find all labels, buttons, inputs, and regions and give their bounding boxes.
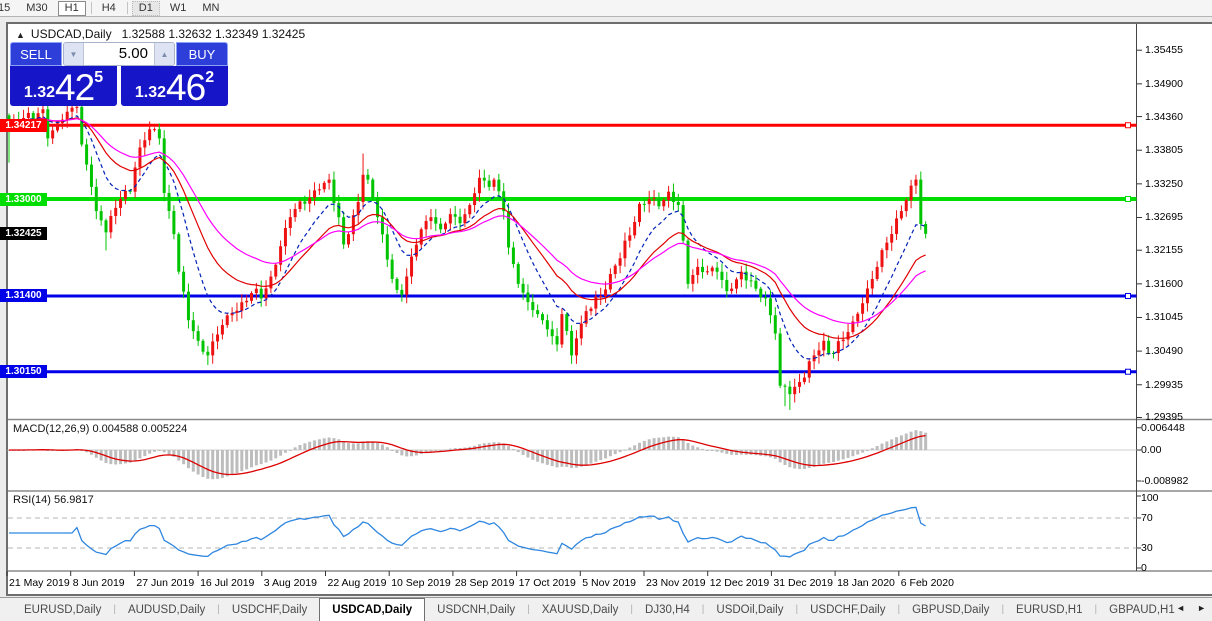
tab-audusd-daily[interactable]: AUDUSD,Daily [116, 599, 217, 621]
hline-price-chip: 1.33000 [0, 193, 47, 206]
chevron-down-icon: ▼ [70, 50, 78, 59]
timeframe-button-h1[interactable]: H1 [58, 1, 86, 16]
timeframe-button-w1[interactable]: W1 [164, 1, 193, 15]
tab-usdoil-daily[interactable]: USDOil,Daily [704, 599, 795, 621]
tab-eurusd-daily[interactable]: EURUSD,Daily [12, 599, 113, 621]
macd-axis-label: 0.006448 [1141, 422, 1185, 434]
sell-price-display[interactable]: 1.32425 [10, 66, 117, 106]
chart-ohlc-values: 1.32588 1.32632 1.32349 1.32425 [122, 27, 306, 41]
buy-price-big: 46 [166, 69, 205, 106]
hline-price-chip: 1.34217 [0, 119, 47, 132]
current-price-chip: 1.32425 [0, 227, 47, 240]
buy-price-pip: 2 [205, 69, 214, 87]
volume-up-button[interactable]: ▲ [155, 43, 174, 65]
tab-eurusd-h1[interactable]: EURUSD,H1 [1004, 599, 1094, 621]
tab-usdcad-daily[interactable]: USDCAD,Daily [319, 598, 425, 621]
hline-price-chip: 1.31400 [0, 289, 47, 302]
collapse-triangle-icon[interactable]: ▲ [16, 30, 25, 40]
date-axis-label: 17 Oct 2019 [519, 577, 576, 589]
price-axis-label: 1.35455 [1145, 44, 1183, 56]
timeframe-button-h4[interactable]: H4 [96, 1, 122, 15]
tab-xauusd-daily[interactable]: XAUUSD,Daily [530, 599, 631, 621]
price-axis-label: 1.32155 [1145, 244, 1183, 256]
hline-price-chip: 1.30150 [0, 365, 47, 378]
toolbar-separator [127, 2, 128, 14]
tab-scroll-arrows: ◄► [1164, 603, 1206, 613]
date-axis-label: 22 Aug 2019 [328, 577, 387, 589]
chart-tab-bar: EURUSD,Daily|AUDUSD,Daily|USDCHF,DailyUS… [0, 597, 1212, 621]
sell-price-pip: 5 [94, 69, 103, 87]
volume-down-button[interactable]: ▼ [64, 43, 83, 65]
timeframe-button-15[interactable]: 15 [0, 1, 16, 15]
volume-spinner: ▼ 5.00 ▲ [63, 42, 175, 66]
price-axis-label: 1.31045 [1145, 311, 1183, 323]
date-axis-label: 23 Nov 2019 [646, 577, 706, 589]
tab-scroll-right-icon[interactable]: ► [1197, 603, 1206, 613]
chart-symbol-label: USDCAD,Daily [31, 27, 112, 41]
timeframe-toolbar: 15 M30 H1 H4 D1 W1MN [0, 0, 1212, 17]
rsi-axis-label: 0 [1141, 562, 1147, 574]
date-axis-label: 31 Dec 2019 [773, 577, 833, 589]
price-axis-label: 1.34360 [1145, 111, 1183, 123]
one-click-trading-panel: SELL ▼ 5.00 ▲ BUY 1.32425 1.32462 [10, 42, 228, 106]
volume-input[interactable]: 5.00 [83, 43, 155, 65]
price-axis-label: 1.29935 [1145, 379, 1183, 391]
macd-indicator-label: MACD(12,26,9) 0.004588 0.005224 [13, 423, 187, 435]
price-axis-label: 1.32695 [1145, 211, 1183, 223]
tab-scroll-left-icon[interactable]: ◄ [1176, 603, 1185, 613]
tab-usdchf-daily[interactable]: USDCHF,Daily [798, 599, 897, 621]
timeframe-button-m30[interactable]: M30 [20, 1, 53, 15]
date-axis-label: 27 Jun 2019 [136, 577, 194, 589]
timeframe-button-mn[interactable]: MN [196, 1, 225, 15]
rsi-axis-label: 30 [1141, 542, 1153, 554]
chart-title: ▲ USDCAD,Daily 1.32588 1.32632 1.32349 1.3… [16, 27, 305, 41]
price-axis-label: 1.33805 [1145, 144, 1183, 156]
date-axis-label: 6 Feb 2020 [901, 577, 954, 589]
sell-button[interactable]: SELL [10, 42, 62, 66]
date-axis-label: 8 Jun 2019 [73, 577, 125, 589]
tab-dj30-h4[interactable]: DJ30,H4 [633, 599, 702, 621]
toolbar-separator [91, 2, 92, 14]
date-axis-label: 12 Dec 2019 [710, 577, 770, 589]
price-axis-label: 1.33250 [1145, 178, 1183, 190]
rsi-axis-label: 100 [1141, 492, 1159, 504]
buy-button[interactable]: BUY [176, 42, 228, 66]
date-axis-label: 10 Sep 2019 [391, 577, 451, 589]
mt4-window: { "toolbar": { "timeframes": ["15","M30"… [0, 0, 1212, 621]
date-axis-label: 18 Jan 2020 [837, 577, 895, 589]
date-axis-label: 3 Aug 2019 [264, 577, 317, 589]
price-axis-label: 1.31600 [1145, 278, 1183, 290]
date-axis-label: 28 Sep 2019 [455, 577, 515, 589]
sell-price-prefix: 1.32 [24, 84, 55, 102]
date-axis-label: 16 Jul 2019 [200, 577, 254, 589]
date-axis-label: 21 May 2019 [9, 577, 70, 589]
price-axis-label: 1.34900 [1145, 78, 1183, 90]
timeframe-button-d1[interactable]: D1 [132, 1, 160, 16]
price-axis-label: 1.30490 [1145, 345, 1183, 357]
date-axis-label: 5 Nov 2019 [582, 577, 636, 589]
tab-gbpusd-daily[interactable]: GBPUSD,Daily [900, 599, 1001, 621]
sell-price-big: 42 [55, 69, 94, 106]
macd-axis-label: 0.00 [1141, 444, 1161, 456]
tab-usdcnh-daily[interactable]: USDCNH,Daily [425, 599, 527, 621]
rsi-axis-label: 70 [1141, 512, 1153, 524]
buy-price-display[interactable]: 1.32462 [121, 66, 228, 106]
buy-price-prefix: 1.32 [135, 84, 166, 102]
chevron-up-icon: ▲ [161, 50, 169, 59]
tab-usdchf-daily[interactable]: USDCHF,Daily [220, 599, 319, 621]
macd-axis-label: -0.008982 [1141, 475, 1188, 487]
rsi-indicator-label: RSI(14) 56.9817 [13, 494, 94, 506]
